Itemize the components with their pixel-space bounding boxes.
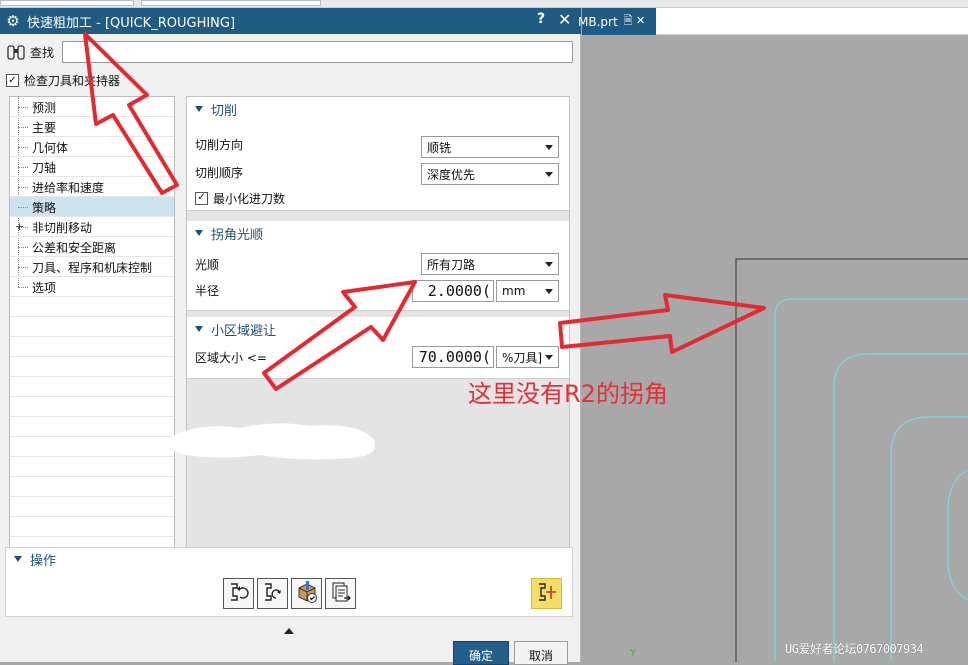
annotation-text: 这里没有R2的拐角: [468, 380, 668, 408]
watermark: UG爱好者论坛0767007934: [785, 642, 924, 656]
part-outline: [735, 258, 968, 662]
document-tab[interactable]: MB.prt 🗎 ✕: [578, 8, 656, 35]
toolpath-contour: [947, 469, 968, 601]
toolpath-contour: [890, 416, 968, 662]
part-geometry: [735, 258, 968, 662]
tab-close-icon[interactable]: 🗎 ✕: [624, 12, 646, 31]
document-tabbar: MB.prt 🗎 ✕: [578, 8, 968, 35]
axis-y-label: Y: [630, 648, 637, 659]
tab-label: MB.prt: [578, 14, 618, 29]
